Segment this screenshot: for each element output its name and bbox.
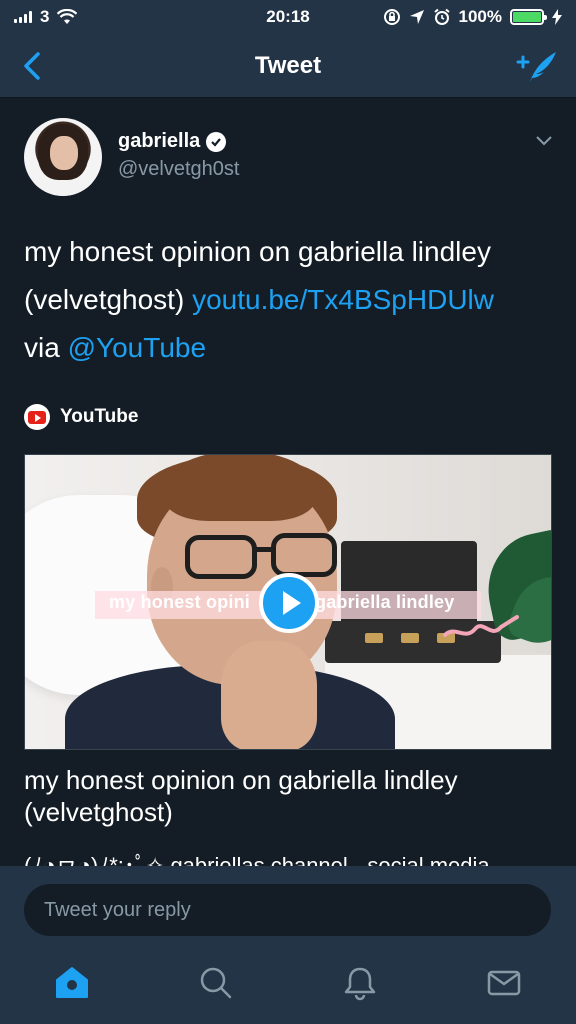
play-icon bbox=[282, 591, 301, 615]
card-source: YouTube bbox=[24, 404, 138, 430]
reply-input[interactable] bbox=[24, 884, 551, 936]
compose-tweet-icon[interactable] bbox=[514, 48, 558, 84]
tab-bar bbox=[0, 942, 576, 1024]
tweet-link[interactable]: youtu.be/Tx4BSpHDUlw bbox=[192, 284, 494, 315]
wifi-icon bbox=[57, 9, 78, 24]
card-title[interactable]: my honest opinion on gabriella lindley (… bbox=[24, 764, 554, 828]
tweet-text-prefix: (velvetghost) bbox=[24, 284, 193, 315]
tweet-text-line2: (velvetghost) youtu.be/Tx4BSpHDUlw bbox=[24, 276, 554, 324]
thumbnail-caption-left: my honest opini bbox=[109, 592, 251, 612]
nav-bar: Tweet bbox=[0, 34, 576, 98]
tab-home[interactable] bbox=[42, 953, 102, 1013]
home-icon bbox=[56, 967, 88, 998]
display-name-text: gabriella bbox=[118, 130, 201, 152]
tweet-detail: gabriella @velvetgh0st my honest opinion… bbox=[0, 98, 576, 878]
bell-icon bbox=[344, 967, 376, 1001]
tab-search[interactable] bbox=[186, 953, 246, 1013]
thumbnail-caption-right: gabriella lindley bbox=[315, 592, 455, 612]
search-icon bbox=[200, 967, 232, 999]
display-name[interactable]: gabriella bbox=[118, 130, 227, 153]
tweet-text-line3: via @YouTube bbox=[24, 324, 554, 372]
reply-box[interactable] bbox=[24, 884, 551, 936]
squiggle-decoration bbox=[443, 615, 519, 637]
tweet-text-line1: my honest opinion on gabriella lindley bbox=[24, 236, 491, 267]
chevron-down-icon[interactable] bbox=[534, 134, 554, 148]
verified-badge-icon bbox=[206, 131, 227, 152]
signal-icon bbox=[14, 11, 32, 23]
tweet-text: my honest opinion on gabriella lindley (… bbox=[24, 228, 554, 372]
card-source-label: YouTube bbox=[60, 406, 139, 427]
battery-icon bbox=[510, 9, 547, 25]
status-right: 100% bbox=[383, 7, 562, 27]
video-thumbnail[interactable]: my honest opini gabriella lindley bbox=[24, 454, 552, 750]
location-icon bbox=[409, 10, 424, 24]
avatar[interactable] bbox=[24, 118, 102, 196]
reply-bar bbox=[0, 866, 576, 942]
lock-rotation-icon bbox=[383, 9, 400, 25]
mail-icon bbox=[487, 970, 521, 996]
alarm-icon bbox=[433, 8, 450, 25]
status-bar: 3 20:18 100% bbox=[0, 0, 576, 34]
page-title: Tweet bbox=[254, 52, 322, 79]
play-button[interactable] bbox=[259, 573, 319, 633]
tab-notifications[interactable] bbox=[330, 953, 390, 1013]
status-left: 3 bbox=[14, 7, 78, 27]
tweet-text-via: via bbox=[24, 332, 68, 363]
battery-percent: 100% bbox=[458, 7, 502, 26]
mention-link[interactable]: @YouTube bbox=[68, 332, 206, 363]
user-handle[interactable]: @velvetgh0st bbox=[118, 158, 239, 181]
charging-icon bbox=[552, 9, 562, 25]
carrier-label: 3 bbox=[40, 7, 50, 26]
tab-messages[interactable] bbox=[474, 953, 534, 1013]
youtube-logo-icon bbox=[24, 404, 50, 430]
